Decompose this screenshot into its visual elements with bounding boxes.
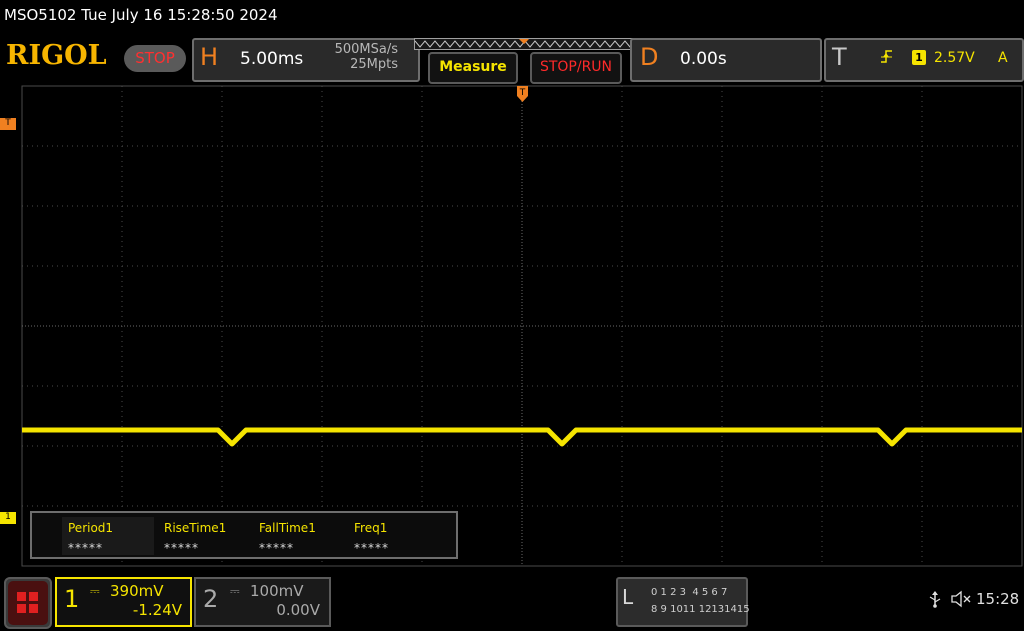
speaker-muted-icon[interactable] [950,590,972,612]
trigger-label: T [832,43,847,71]
logic-channels-row1: 0 1 2 3 4 5 6 7 [651,587,728,598]
channel2-scale: 100mV [250,582,304,600]
brand-logo: RIGOL [6,40,107,71]
time-position-bar[interactable] [414,38,636,50]
delay-label: D [640,43,659,71]
trigger-level-marker[interactable]: T [0,118,16,130]
delay-value: 0.00s [680,49,727,69]
measure-button[interactable]: Measure [428,52,518,84]
graticule [21,85,1023,567]
measurement-falltime[interactable]: FallTime1 ***** [253,517,345,555]
logic-analyzer-label: L [622,585,634,609]
memory-depth: 25Mpts [350,57,398,72]
stop-run-button[interactable]: STOP/RUN [530,52,622,84]
channel2-offset: 0.00V [276,601,320,619]
trigger-source-badge: 1 [912,50,926,65]
measurement-name: Period1 [68,521,114,535]
logic-analyzer-box[interactable] [616,577,748,627]
sample-rate: 500MSa/s [334,42,398,57]
svg-text:T: T [519,88,526,98]
window-title: MSO5102 Tue July 16 15:28:50 2024 [4,6,278,24]
measurement-panel: Period1 ***** RiseTime1 ***** FallTime1 … [30,511,458,559]
channel1-scale: 390mV [110,582,164,600]
main-menu-button[interactable] [4,577,52,629]
trigger-mode: A [998,50,1008,66]
horizontal-label: H [200,43,219,71]
status-clock: 15:28 [976,590,1020,608]
measurement-risetime[interactable]: RiseTime1 ***** [158,517,250,555]
rising-edge-glyph [881,50,892,63]
measurement-freq[interactable]: Freq1 ***** [348,517,440,555]
channel1-number: 1 [64,585,80,613]
waveform-display[interactable]: T [20,85,1024,567]
dc-coupling-icon: ⎓ [230,584,240,598]
measurement-period[interactable]: Period1 ***** [62,517,154,555]
trigger-level-marker-label: T [5,118,11,128]
trigger-position-marker: T [517,86,528,102]
time-position-pattern [415,39,635,48]
channel1-offset-marker[interactable]: 1 [0,512,16,524]
channel1-offset: -1.24V [132,601,182,619]
usb-icon [928,590,942,612]
measurement-value: ***** [354,541,389,555]
trigger-level: 2.57V [934,50,975,66]
speaker-glyph [951,590,971,608]
measurement-name: Freq1 [354,521,388,535]
measurement-name: RiseTime1 [164,521,227,535]
channel1-offset-marker-label: 1 [5,512,11,522]
timebase-value: 5.00ms [240,49,304,69]
run-state-badge[interactable]: STOP [124,45,186,72]
dc-coupling-icon: ⎓ [90,584,100,598]
measurement-value: ***** [259,541,294,555]
rising-edge-icon [880,48,894,68]
measurement-value: ***** [68,541,103,555]
logic-channels-row2: 8 9 1011 12131415 [651,604,750,615]
measurement-name: FallTime1 [259,521,316,535]
measurement-value: ***** [164,541,199,555]
menu-grid-icon [8,581,48,625]
channel2-number: 2 [203,585,219,613]
usb-glyph [929,591,941,608]
